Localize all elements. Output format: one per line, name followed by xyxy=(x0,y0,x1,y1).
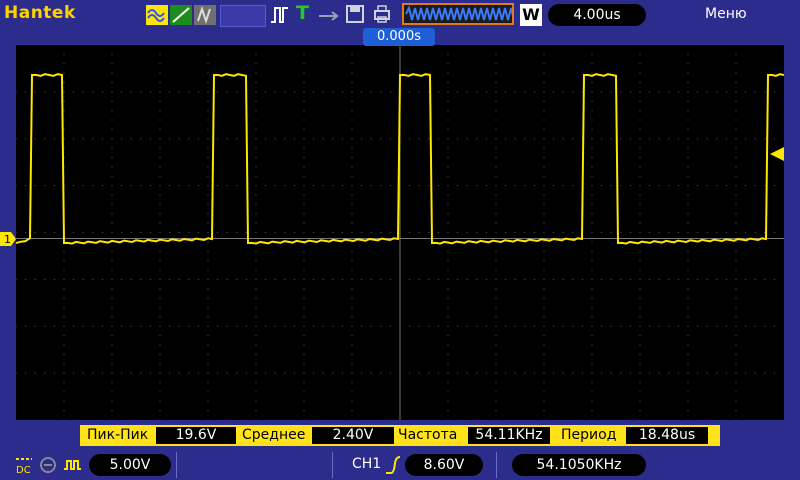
rising-edge-icon[interactable] xyxy=(385,455,401,479)
measurement-bar: Пик-Пик 19.6V Среднее 2.40V Частота 54.1… xyxy=(80,425,720,446)
trigger-level-marker[interactable] xyxy=(770,146,784,161)
memory-buffer-indicator xyxy=(402,3,515,25)
top-toolbar: Hantek T W 4.00us Меню xyxy=(0,0,800,30)
channel-1-marker-label: 1 xyxy=(4,233,11,246)
bandwidth-limit-icon[interactable] xyxy=(38,455,58,479)
measurement-value-period: 18.48us xyxy=(626,427,708,444)
trigger-level-readout[interactable]: 8.60V xyxy=(405,454,483,476)
measurement-label-frequency: Частота xyxy=(398,427,458,443)
frequency-counter: 54.1050KHz xyxy=(512,454,646,476)
pulse-trigger-icon[interactable] xyxy=(270,4,290,26)
menu-button[interactable]: Меню xyxy=(705,6,747,22)
timebase-readout[interactable]: 4.00us xyxy=(548,4,646,26)
waveform-display[interactable] xyxy=(15,44,785,421)
trigger-position-marker[interactable]: 0.000s xyxy=(363,28,435,46)
persistence-icon[interactable] xyxy=(194,5,216,25)
footer-divider xyxy=(176,452,177,478)
save-icon[interactable] xyxy=(345,4,365,24)
measurement-value-peak-peak: 19.6V xyxy=(156,427,236,444)
measurement-label-mean: Среднее xyxy=(242,427,306,443)
probe-icon[interactable] xyxy=(62,455,82,479)
measurement-label-peak-peak: Пик-Пик xyxy=(87,427,149,443)
trigger-source-label: CH1 xyxy=(352,456,382,472)
footer-divider xyxy=(332,452,333,478)
brand-logo: Hantek xyxy=(4,3,76,23)
sine-wave-icon[interactable] xyxy=(146,5,168,25)
status-box xyxy=(220,5,266,27)
dc-coupling-icon[interactable]: DC xyxy=(14,455,34,479)
footer-divider xyxy=(496,452,497,478)
measurement-value-frequency: 54.11KHz xyxy=(468,427,550,444)
channel-1-ground-marker[interactable]: 1 xyxy=(0,231,16,246)
measurement-value-mean: 2.40V xyxy=(312,427,394,444)
measurement-label-period: Период xyxy=(561,427,617,443)
ramp-wave-icon[interactable] xyxy=(170,5,192,25)
acquisition-mode-badge: W xyxy=(520,4,542,26)
usb-icon xyxy=(318,8,340,22)
coupling-label: DC xyxy=(16,465,31,475)
ch1-volts-per-div[interactable]: 5.00V xyxy=(89,454,171,476)
trigger-status-icon: T xyxy=(296,2,309,24)
print-icon[interactable] xyxy=(372,4,392,24)
